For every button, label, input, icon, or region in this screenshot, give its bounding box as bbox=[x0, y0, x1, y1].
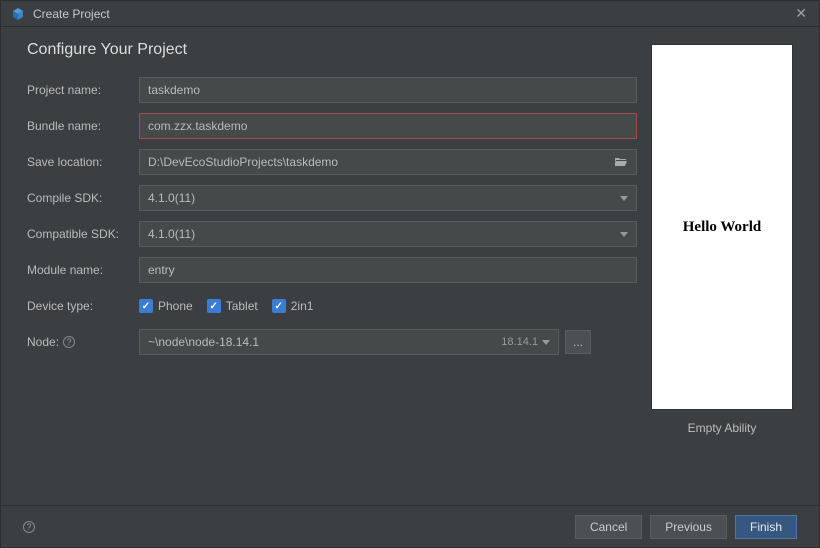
module-name-input[interactable] bbox=[139, 257, 637, 283]
compile-sdk-select[interactable]: 4.1.0(11) bbox=[139, 185, 637, 211]
row-compatible-sdk: Compatible SDK: 4.1.0(11) bbox=[27, 221, 637, 247]
node-path-value: ~\node\node-18.14.1 bbox=[148, 335, 259, 349]
folder-open-icon[interactable] bbox=[614, 155, 628, 170]
row-project-name: Project name: bbox=[27, 77, 637, 103]
cancel-button[interactable]: Cancel bbox=[575, 515, 642, 539]
device-2in1-checkbox[interactable]: ✓ 2in1 bbox=[272, 299, 314, 313]
device-2in1-label: 2in1 bbox=[291, 299, 314, 313]
preview-pane: Hello World Empty Ability bbox=[649, 27, 819, 505]
compatible-sdk-value: 4.1.0(11) bbox=[148, 227, 195, 241]
check-icon: ✓ bbox=[207, 299, 221, 313]
device-tablet-label: Tablet bbox=[226, 299, 258, 313]
check-icon: ✓ bbox=[139, 299, 153, 313]
chevron-down-icon bbox=[620, 196, 628, 201]
label-bundle-name: Bundle name: bbox=[27, 119, 139, 133]
label-node: Node: ? bbox=[27, 335, 139, 349]
page-heading: Configure Your Project bbox=[27, 41, 637, 59]
label-compile-sdk: Compile SDK: bbox=[27, 191, 139, 205]
label-compatible-sdk: Compatible SDK: bbox=[27, 227, 139, 241]
node-browse-button[interactable]: ... bbox=[565, 330, 591, 354]
chevron-down-icon bbox=[620, 232, 628, 237]
device-phone-label: Phone bbox=[158, 299, 193, 313]
content-area: Configure Your Project Project name: Bun… bbox=[1, 27, 819, 505]
help-icon[interactable]: ? bbox=[23, 521, 35, 533]
row-compile-sdk: Compile SDK: 4.1.0(11) bbox=[27, 185, 637, 211]
finish-button[interactable]: Finish bbox=[735, 515, 797, 539]
compatible-sdk-select[interactable]: 4.1.0(11) bbox=[139, 221, 637, 247]
row-bundle-name: Bundle name: bbox=[27, 113, 637, 139]
titlebar: Create Project ✕ bbox=[1, 1, 819, 27]
label-project-name: Project name: bbox=[27, 83, 139, 97]
form-area: Configure Your Project Project name: Bun… bbox=[1, 27, 649, 505]
save-location-input[interactable]: D:\DevEcoStudioProjects\taskdemo bbox=[139, 149, 637, 175]
device-tablet-checkbox[interactable]: ✓ Tablet bbox=[207, 299, 258, 313]
preview-text: Hello World bbox=[683, 219, 761, 236]
footer: ? Cancel Previous Finish bbox=[1, 505, 819, 547]
check-icon: ✓ bbox=[272, 299, 286, 313]
chevron-down-icon bbox=[542, 340, 550, 345]
device-phone-checkbox[interactable]: ✓ Phone bbox=[139, 299, 193, 313]
label-module-name: Module name: bbox=[27, 263, 139, 277]
project-name-input[interactable] bbox=[139, 77, 637, 103]
row-node: Node: ? ~\node\node-18.14.1 18.14.1 ... bbox=[27, 329, 637, 355]
phone-preview: Hello World bbox=[652, 45, 792, 409]
compile-sdk-value: 4.1.0(11) bbox=[148, 191, 195, 205]
label-save-location: Save location: bbox=[27, 155, 139, 169]
help-icon[interactable]: ? bbox=[63, 336, 75, 348]
node-path-select[interactable]: ~\node\node-18.14.1 18.14.1 bbox=[139, 329, 559, 355]
bundle-name-input[interactable] bbox=[139, 113, 637, 139]
node-version-value: 18.14.1 bbox=[501, 336, 538, 348]
row-device-type: Device type: ✓ Phone ✓ Tablet ✓ 2in1 bbox=[27, 293, 637, 319]
label-device-type: Device type: bbox=[27, 299, 139, 313]
row-save-location: Save location: D:\DevEcoStudioProjects\t… bbox=[27, 149, 637, 175]
deveco-logo-icon bbox=[11, 7, 25, 21]
previous-button[interactable]: Previous bbox=[650, 515, 727, 539]
window-title: Create Project bbox=[33, 7, 110, 21]
row-module-name: Module name: bbox=[27, 257, 637, 283]
save-location-value: D:\DevEcoStudioProjects\taskdemo bbox=[148, 155, 338, 169]
close-icon[interactable]: ✕ bbox=[791, 5, 811, 22]
preview-caption: Empty Ability bbox=[688, 421, 757, 435]
